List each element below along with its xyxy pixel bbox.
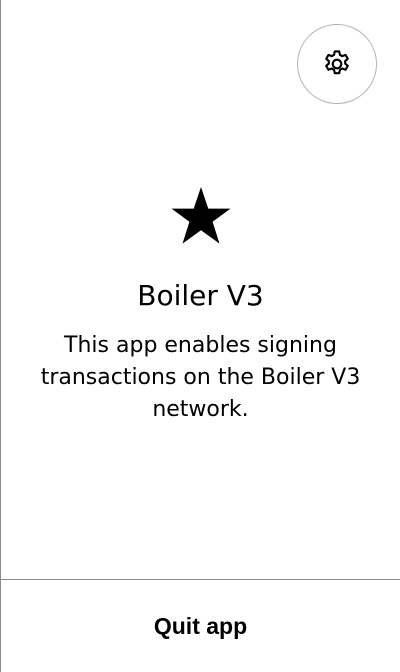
- app-title: Boiler V3: [137, 279, 264, 312]
- gear-icon: [325, 50, 349, 75]
- app-info-screen: Boiler V3 This app enables signing trans…: [0, 0, 400, 672]
- app-description: This app enables signing transactions on…: [40, 333, 361, 422]
- settings-button[interactable]: [297, 24, 377, 104]
- star-icon: [171, 187, 231, 244]
- quit-app-button[interactable]: Quit app: [1, 580, 400, 672]
